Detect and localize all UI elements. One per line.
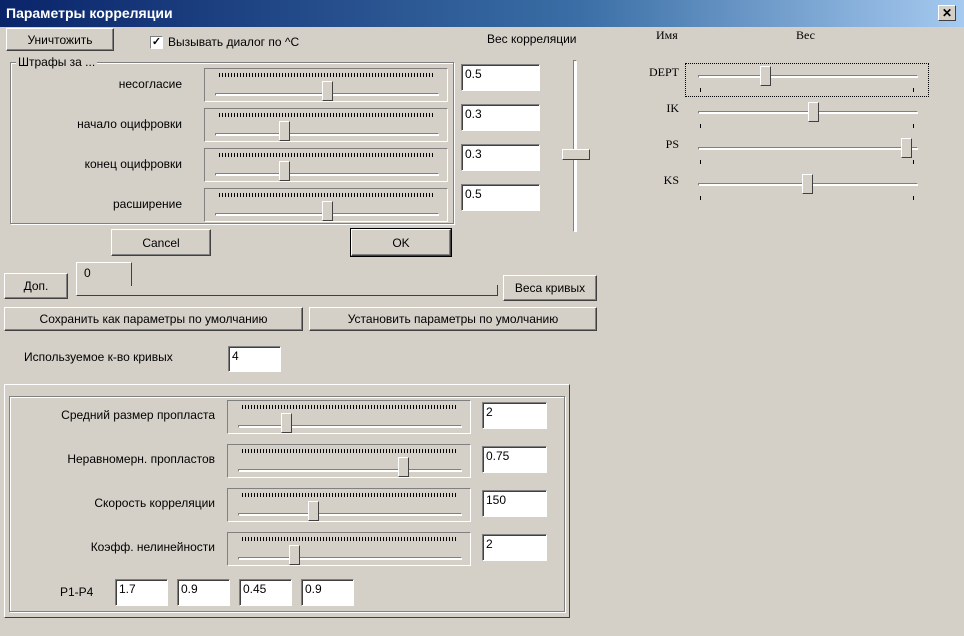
param-slider[interactable] <box>227 488 471 522</box>
name-header: Имя <box>656 28 678 42</box>
ok-button[interactable]: OK <box>350 228 452 257</box>
penalty-label: расширение <box>112 197 182 211</box>
param-input[interactable]: 2 <box>482 402 547 429</box>
cancel-button[interactable]: Cancel <box>111 229 211 256</box>
param-slider[interactable] <box>227 400 471 434</box>
p1-input[interactable]: 1.7 <box>115 579 168 606</box>
param-label: Коэфф. нелинейности <box>90 540 215 554</box>
tick-mark <box>913 160 914 164</box>
curve-weight-slider[interactable] <box>688 96 926 128</box>
tab-panel <box>76 285 498 296</box>
corr-weight-thumb[interactable] <box>562 149 590 160</box>
penalty-slider-thumb[interactable] <box>279 161 290 181</box>
param-slider-track <box>238 469 462 472</box>
curve-weight-slider[interactable] <box>688 168 926 200</box>
curves-count-label: Используемое к-во кривых <box>24 350 173 364</box>
tick-mark <box>913 124 914 128</box>
corr-weight-label: Вес корреляции <box>487 32 577 46</box>
tick-mark <box>700 196 701 200</box>
close-icon: ✕ <box>941 6 953 20</box>
curve-weight-slider-track <box>698 147 918 150</box>
param-slider-ticks <box>242 405 458 409</box>
penalty-slider-thumb[interactable] <box>279 121 290 141</box>
param-slider-ticks <box>242 493 458 497</box>
penalty-slider-ticks <box>219 73 435 77</box>
close-button[interactable]: ✕ <box>938 5 956 21</box>
penalty-slider-track <box>215 133 439 136</box>
param-slider-track <box>238 513 462 516</box>
window-title: Параметры корреляции <box>6 5 173 21</box>
param-slider-track <box>238 425 462 428</box>
param-slider-thumb[interactable] <box>398 457 409 477</box>
param-slider[interactable] <box>227 532 471 566</box>
param-label: Средний размер пропласта <box>61 408 215 422</box>
penalty-slider[interactable] <box>204 188 448 222</box>
tick-mark <box>913 88 914 92</box>
penalty-slider-ticks <box>219 153 435 157</box>
tick-mark <box>700 88 701 92</box>
penalty-input[interactable]: 0.3 <box>461 104 540 131</box>
penalty-slider-thumb[interactable] <box>322 81 333 101</box>
curve-weight-slider[interactable] <box>688 132 926 164</box>
param-input[interactable]: 150 <box>482 490 547 517</box>
p-label: P1-P4 <box>60 585 94 599</box>
weight-header: Вес <box>796 28 815 42</box>
curve-weight-slider[interactable] <box>688 60 926 92</box>
curves-count-input[interactable]: 4 <box>228 346 281 372</box>
penalties-caption: Штрафы за ... <box>16 55 98 69</box>
penalty-input[interactable]: 0.5 <box>461 64 540 91</box>
penalty-slider[interactable] <box>204 148 448 182</box>
curve-weight-slider-track <box>698 75 918 78</box>
curve-weights-button[interactable]: Веса кривых <box>503 275 597 301</box>
tick-mark <box>700 124 701 128</box>
penalty-slider[interactable] <box>204 108 448 142</box>
curve-name: IK <box>666 101 679 115</box>
p4-input[interactable]: 0.9 <box>301 579 354 606</box>
curve-name: DEPT <box>649 65 679 79</box>
param-input[interactable]: 0.75 <box>482 446 547 473</box>
penalty-slider-ticks <box>219 113 435 117</box>
curve-weight-slider-thumb[interactable] <box>808 102 819 122</box>
tab-0[interactable]: 0 <box>76 262 132 286</box>
save-defaults-button[interactable]: Сохранить как параметры по умолчанию <box>4 307 303 331</box>
tick-mark <box>913 196 914 200</box>
param-slider[interactable] <box>227 444 471 478</box>
param-slider-thumb[interactable] <box>289 545 300 565</box>
penalty-slider-track <box>215 173 439 176</box>
dop-button[interactable]: Доп. <box>4 273 68 299</box>
param-input[interactable]: 2 <box>482 534 547 561</box>
penalty-label: несогласие <box>118 77 182 91</box>
set-defaults-button[interactable]: Установить параметры по умолчанию <box>309 307 597 331</box>
penalty-slider-thumb[interactable] <box>322 201 333 221</box>
corr-weight-track <box>573 60 577 232</box>
penalty-label: начало оцифровки <box>77 117 182 131</box>
curve-name: KS <box>663 173 679 187</box>
call-dialog-label: Вызывать диалог по ^C <box>168 35 300 49</box>
curve-weight-slider-thumb[interactable] <box>901 138 912 158</box>
call-dialog-checkbox[interactable]: ✓ <box>150 36 163 49</box>
curve-weight-slider-thumb[interactable] <box>760 66 771 86</box>
param-slider-ticks <box>242 449 458 453</box>
checkmark-icon: ✓ <box>151 36 162 48</box>
penalty-slider[interactable] <box>204 68 448 102</box>
penalty-slider-ticks <box>219 193 435 197</box>
param-slider-thumb[interactable] <box>308 501 319 521</box>
penalty-input[interactable]: 0.3 <box>461 144 540 171</box>
param-slider-ticks <box>242 537 458 541</box>
tick-mark <box>700 160 701 164</box>
p3-input[interactable]: 0.45 <box>239 579 292 606</box>
destroy-button[interactable]: Уничтожить <box>6 28 114 51</box>
corr-weight-slider[interactable] <box>558 56 592 236</box>
curves-tab-strip: 0 <box>76 262 498 298</box>
param-label: Скорость корреляции <box>94 496 215 510</box>
param-slider-thumb[interactable] <box>281 413 292 433</box>
penalty-input[interactable]: 0.5 <box>461 184 540 211</box>
param-label: Неравномерн. пропластов <box>67 452 215 466</box>
curve-name: PS <box>665 137 679 151</box>
param-slider-track <box>238 557 462 560</box>
curve-weight-slider-thumb[interactable] <box>802 174 813 194</box>
p2-input[interactable]: 0.9 <box>177 579 230 606</box>
penalty-label: конец оцифровки <box>84 157 182 171</box>
tab-0-label: 0 <box>84 266 91 280</box>
